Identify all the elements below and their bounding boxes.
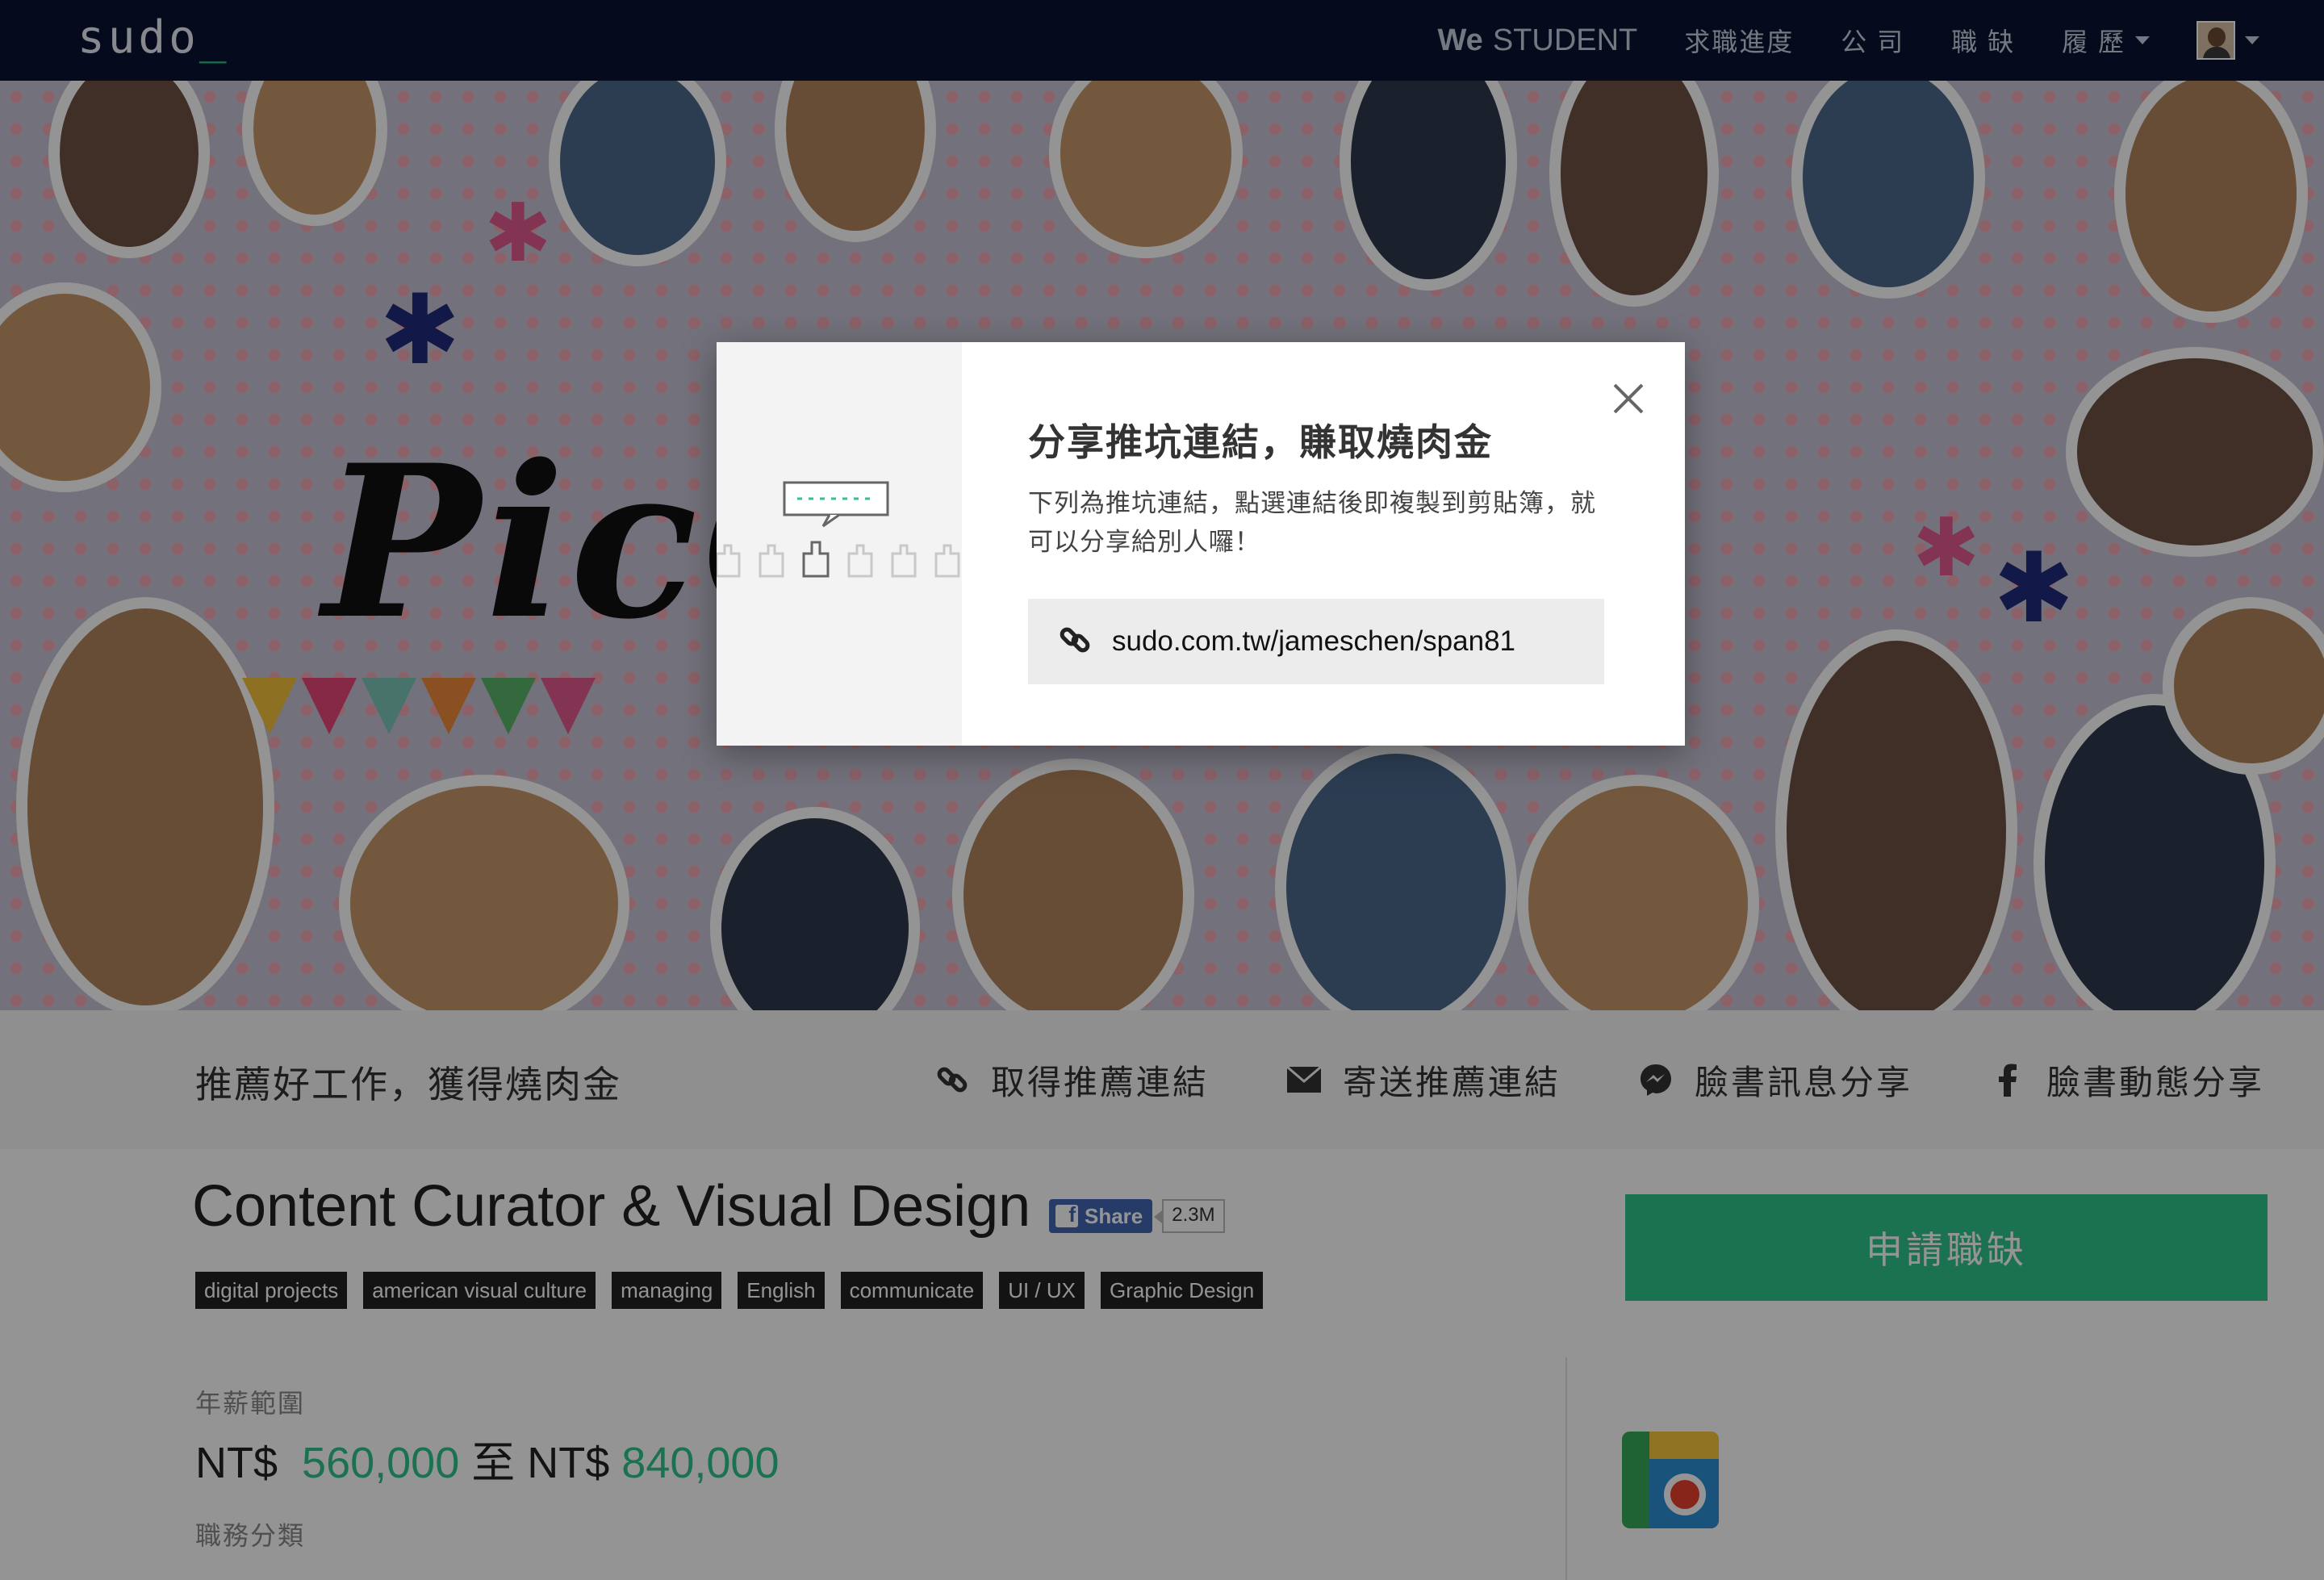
link-icon bbox=[1059, 624, 1091, 660]
modal-title: 分享推坑連結，賺取燒肉金 bbox=[1028, 421, 1493, 463]
modal-illustration bbox=[717, 342, 962, 746]
modal-description: 下列為推坑連結，點選連結後即複製到剪貼簿，就可以分享給別人囉！ bbox=[1028, 489, 1596, 556]
share-link-modal: 分享推坑連結，賺取燒肉金 下列為推坑連結，點選連結後即複製到剪貼簿，就可以分享給… bbox=[717, 342, 1685, 746]
referral-link-text: sudo.com.tw/jameschen/span81 bbox=[1112, 625, 1515, 657]
referral-link-copy-box[interactable]: sudo.com.tw/jameschen/span81 bbox=[1028, 599, 1604, 684]
close-icon[interactable] bbox=[1604, 374, 1653, 423]
modal-backdrop[interactable] bbox=[0, 0, 2324, 1580]
